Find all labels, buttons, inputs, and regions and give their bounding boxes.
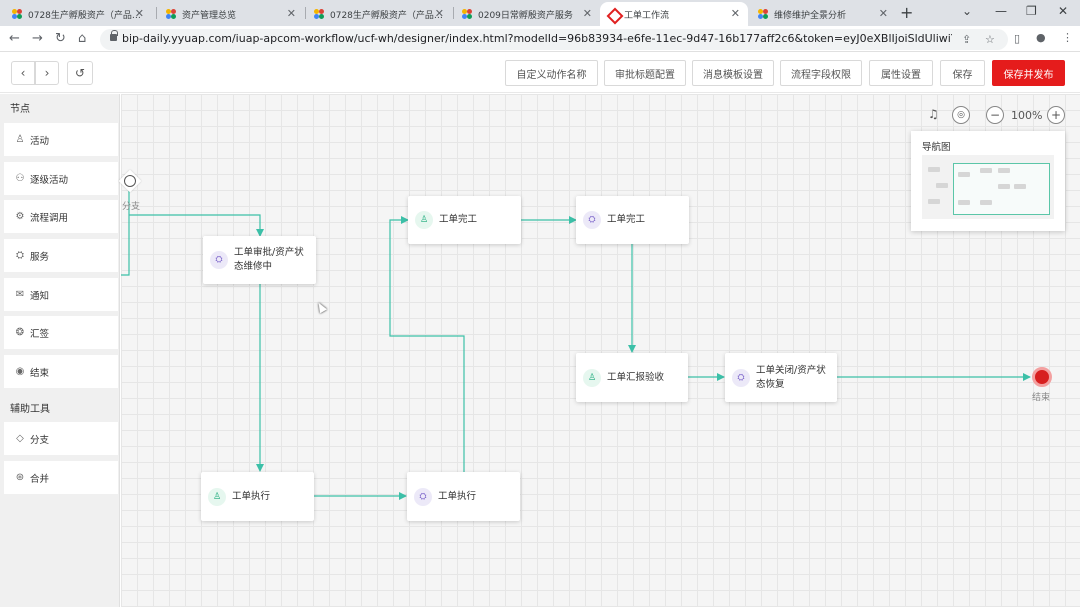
branch-label: 分支	[122, 202, 141, 212]
zoom-in-button[interactable]: +	[1047, 106, 1065, 124]
minimap-block	[980, 200, 992, 205]
flow-node-label: 工单完工	[607, 214, 646, 225]
service-icon: ⛭	[210, 251, 228, 269]
minimap-block	[958, 172, 970, 177]
minimap-block	[998, 168, 1010, 173]
crosshair-icon: ◎	[957, 110, 965, 120]
plus-icon: +	[1050, 108, 1062, 122]
minimap-block	[958, 200, 970, 205]
node-label-line: 态恢复	[756, 378, 785, 390]
edge-branch-to-approval	[129, 214, 264, 237]
service-icon: ⛭	[583, 211, 601, 229]
minimap-block	[1014, 184, 1026, 189]
zoom-level: 100%	[1011, 109, 1043, 122]
end-event-node[interactable]	[1032, 367, 1052, 387]
flow-node-label: 工单汇报验收	[607, 371, 665, 383]
edge-exec-to-finish	[389, 216, 465, 472]
person-icon: ♙	[208, 487, 226, 506]
locate-button[interactable]: ◎	[952, 106, 970, 124]
minus-icon: −	[989, 108, 1001, 122]
minimap-area[interactable]	[922, 155, 1054, 219]
node-label-line: 工单审批/资产状	[234, 247, 304, 258]
person-icon: ♙	[415, 211, 433, 229]
end-event-label: 结束	[1032, 393, 1051, 403]
minimap-block	[928, 167, 940, 172]
minimap-block	[998, 184, 1010, 189]
minimap-panel[interactable]: 导航图	[911, 131, 1065, 231]
minimap-block	[936, 183, 948, 188]
flow-node-label: 工单执行	[232, 490, 271, 502]
flow-node-label: 工单完工	[439, 214, 478, 225]
flow-node[interactable]: ♙ 工单执行	[201, 472, 314, 521]
flow-node[interactable]: ♙ 工单完工	[408, 196, 521, 244]
branch-circle-icon	[124, 175, 136, 187]
bell-icon[interactable]: ♫	[928, 107, 939, 121]
flow-node-label: 工单关闭/资产状 态恢复	[756, 364, 826, 392]
node-label-line: 工单关闭/资产状	[756, 364, 826, 376]
flow-node[interactable]: ⛭ 工单完工	[576, 196, 689, 244]
flow-node-label: 工单审批/资产状 态维修中	[234, 246, 304, 274]
flow-node[interactable]: ⛭ 工单关闭/资产状 态恢复	[725, 353, 837, 402]
minimap-block	[980, 168, 992, 173]
node-label-line: 态维修中	[234, 261, 273, 272]
flow-node-label: 工单执行	[438, 490, 477, 502]
minimap-viewport[interactable]	[953, 163, 1050, 215]
flow-node[interactable]: ⛭ 工单执行	[407, 472, 520, 521]
flow-node[interactable]: ⛭ 工单审批/资产状 态维修中	[203, 236, 316, 284]
minimap-title: 导航图	[922, 142, 951, 153]
zoom-out-button[interactable]: −	[986, 106, 1004, 124]
service-icon: ⛭	[732, 368, 750, 387]
service-icon: ⛭	[414, 487, 432, 506]
minimap-block	[928, 199, 940, 204]
connectors-layer	[121, 190, 1031, 500]
flow-node[interactable]: ♙ 工单汇报验收	[576, 353, 688, 402]
person-icon: ♙	[583, 368, 601, 387]
